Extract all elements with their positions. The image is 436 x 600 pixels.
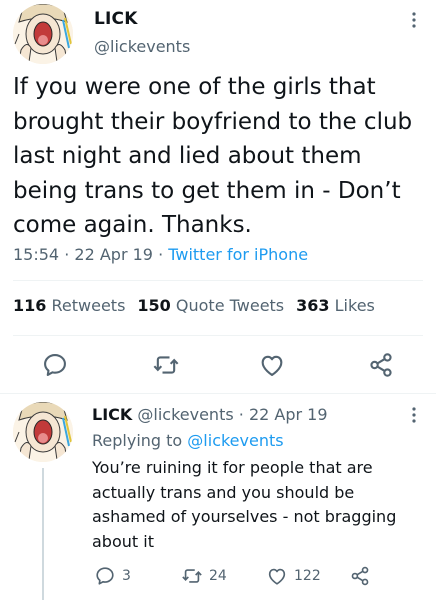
replying-to-label: Replying to [92,431,183,450]
thread-line [42,468,44,600]
replying-to: Replying to @lickevents [92,431,284,450]
reply-text: You’re ruining it for people that are ac… [92,458,397,551]
reply-header: LICK @lickevents · 22 Apr 19 [92,405,328,424]
like-icon [268,568,286,585]
tweet-date[interactable]: 22 Apr 19 [74,245,153,264]
quotes-label: Quote Tweets [175,296,285,315]
reply-separator: · [238,405,244,424]
like-button[interactable] [258,351,286,383]
retweets-label: Retweets [51,296,126,315]
tweet-text: If you were one of the girls that brough… [13,74,413,238]
quotes-count: 150 [137,296,171,315]
retweet-button[interactable] [152,351,180,383]
like-icon [261,355,283,376]
likes-stat[interactable]: 363 Likes [296,296,375,315]
author-handle[interactable]: @lickevents [94,37,190,56]
reply-share-button[interactable] [349,565,371,587]
retweet-count: 24 [209,568,227,584]
reply-avatar[interactable] [13,402,73,462]
reply-reply-button[interactable]: 3 [94,565,131,587]
share-icon [370,353,392,377]
like-count: 122 [294,568,321,584]
tweet-source-link[interactable]: Twitter for iPhone [168,245,308,264]
meta-separator: · [64,245,70,264]
reply-date[interactable]: 22 Apr 19 [249,405,328,424]
share-button[interactable] [367,351,395,383]
avatar[interactable] [13,4,73,64]
reply-button[interactable] [41,351,69,383]
reply-retweet-button[interactable]: 24 [181,565,227,587]
likes-label: Likes [334,296,375,315]
tweet-stats: 116 Retweets 150 Quote Tweets 363 Likes [13,296,375,315]
reply-author-name[interactable]: LICK [92,405,132,424]
more-options-button[interactable] [406,8,422,36]
avatar-illustration [13,402,73,462]
reply-more-options-button[interactable] [406,403,422,431]
divider [13,280,423,281]
retweets-stat[interactable]: 116 Retweets [13,296,125,315]
meta-separator: · [158,245,164,264]
reply-author-handle[interactable]: @lickevents [137,405,233,424]
retweet-icon [182,569,202,583]
reply-like-button[interactable]: 122 [266,565,321,587]
likes-count: 363 [296,296,330,315]
retweet-icon [153,356,179,374]
divider [13,335,423,336]
quotes-stat[interactable]: 150 Quote Tweets [137,296,284,315]
author-name[interactable]: LICK [94,9,138,29]
reply-count: 3 [122,568,131,584]
reply-icon [44,354,66,376]
reply-icon [96,567,114,585]
avatar-illustration [13,4,73,64]
tweet-time[interactable]: 15:54 [13,245,59,264]
more-vertical-icon [412,407,416,423]
divider [0,393,436,394]
share-icon [351,566,369,586]
retweets-count: 116 [13,296,47,315]
replying-to-handle[interactable]: @lickevents [187,431,283,450]
more-vertical-icon [412,12,416,28]
tweet-meta: 15:54 · 22 Apr 19 · Twitter for iPhone [13,245,308,264]
